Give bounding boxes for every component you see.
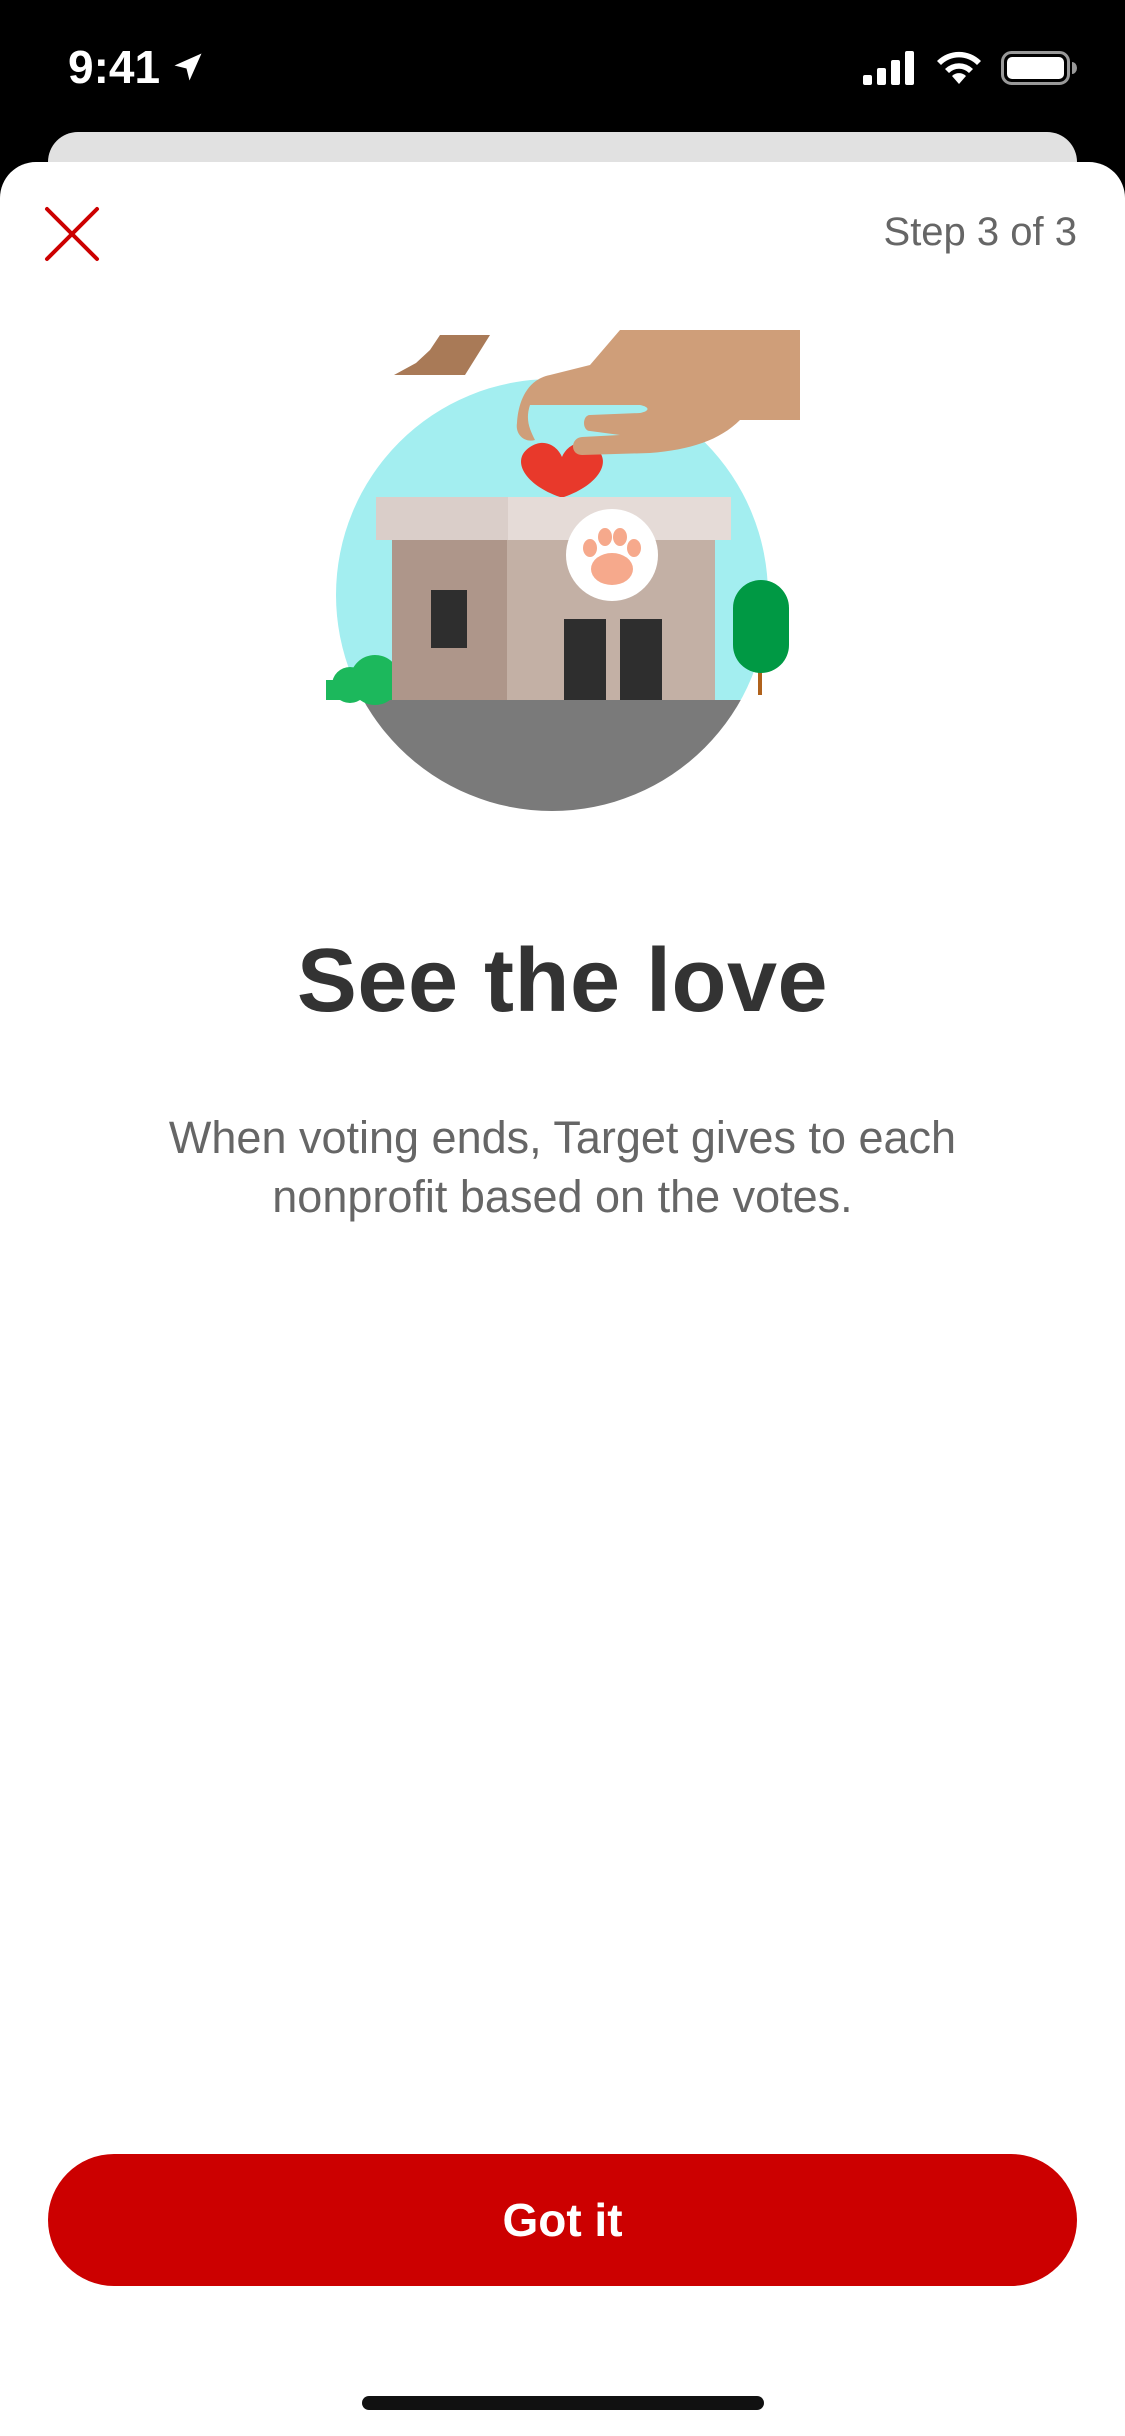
status-bar: 9:41: [0, 0, 1125, 135]
donation-illustration: [320, 325, 800, 825]
close-button[interactable]: [38, 200, 106, 268]
status-time: 9:41: [68, 41, 161, 93]
description-text: When voting ends, Target gives to each n…: [168, 1112, 957, 1222]
close-icon: [45, 207, 99, 261]
battery-icon: [1001, 51, 1077, 85]
location-arrow-icon: [174, 53, 202, 81]
cellular-signal-icon: [863, 51, 914, 85]
page-title: See the love: [296, 931, 829, 1031]
wifi-icon: [937, 51, 981, 84]
status-icons: [863, 50, 1077, 86]
got-it-button[interactable]: Got it: [48, 2154, 1077, 2286]
step-indicator: Step 3 of 3: [883, 210, 1077, 254]
home-indicator: [362, 2396, 764, 2410]
status-time-group: 9:41: [68, 40, 206, 94]
